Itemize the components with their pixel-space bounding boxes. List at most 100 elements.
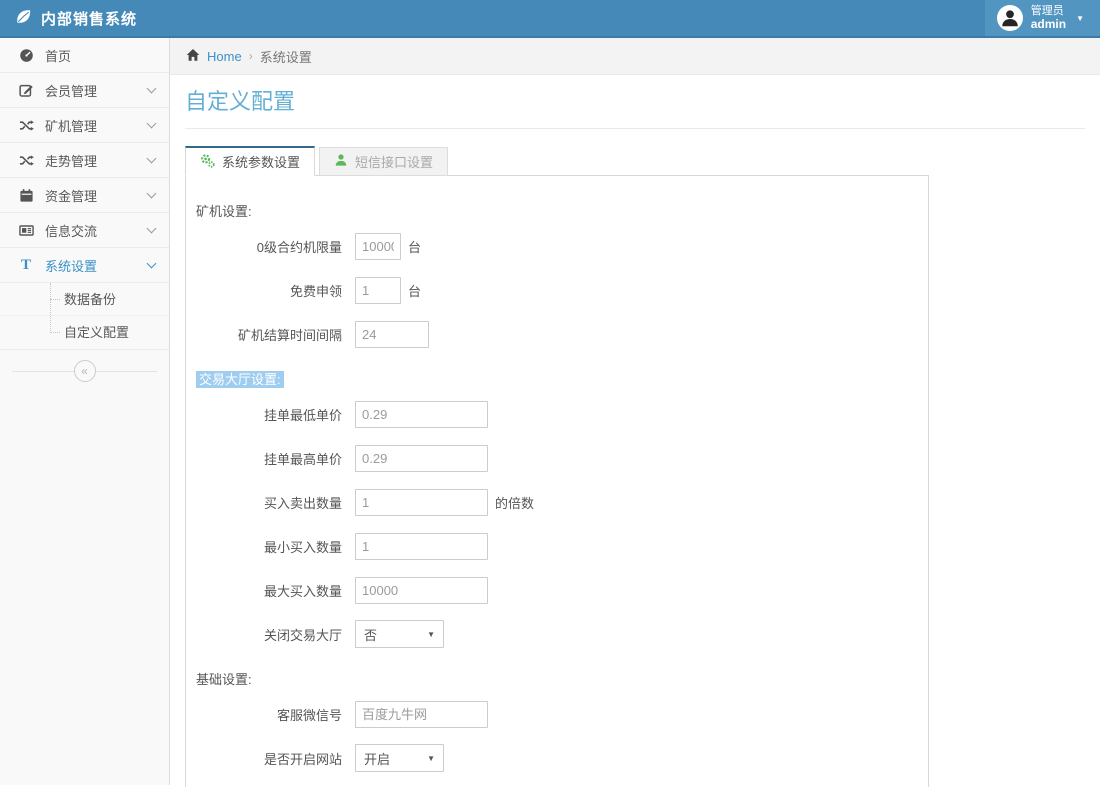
contract-miner-limit-input[interactable] — [355, 233, 401, 260]
chevron-down-icon: ▼ — [427, 630, 435, 639]
sidebar-collapse-button[interactable]: « — [74, 360, 96, 382]
sidebar-item-label: 矿机管理 — [45, 116, 148, 135]
breadcrumb-separator: › — [249, 49, 253, 63]
chevron-down-icon — [147, 118, 157, 128]
chevron-down-icon — [147, 223, 157, 233]
shuffle-icon — [16, 153, 36, 168]
min-buy-input[interactable] — [355, 533, 488, 560]
form-row: 挂单最高单价 — [194, 436, 928, 480]
divider — [96, 371, 158, 372]
field-label: 最大买入数量 — [194, 581, 342, 600]
field-label: 是否开启网站 — [194, 749, 342, 768]
chevron-down-icon — [147, 258, 157, 268]
chevron-down-icon: ▼ — [427, 754, 435, 763]
form-row: 网站关闭提示语 — [194, 780, 928, 787]
user-meta: 管理员 admin — [1031, 5, 1066, 31]
field-label: 免费申领 — [194, 281, 342, 300]
sidebar-item-messages[interactable]: 信息交流 — [0, 213, 169, 248]
top-header: 内部销售系统 管理员 admin ▼ — [0, 0, 1100, 38]
chevron-down-icon — [147, 83, 157, 93]
chevron-down-icon — [147, 188, 157, 198]
tab-system-params[interactable]: 系统参数设置 — [185, 146, 315, 176]
form-row: 买入卖出数量 的倍数 — [194, 480, 928, 524]
field-label: 买入卖出数量 — [194, 493, 342, 512]
selected-option: 开启 — [364, 749, 390, 768]
form-row: 是否开启网站 开启 ▼ — [194, 736, 928, 780]
divider — [185, 128, 1085, 129]
settle-interval-input[interactable] — [355, 321, 429, 348]
max-buy-input[interactable] — [355, 577, 488, 604]
breadcrumb: Home › 系统设置 — [170, 38, 1100, 75]
breadcrumb-home-link[interactable]: Home — [207, 49, 242, 64]
sidebar-item-label: 会员管理 — [45, 81, 148, 100]
home-icon — [186, 48, 200, 65]
chevron-down-icon — [147, 153, 157, 163]
edit-icon — [16, 83, 36, 98]
trade-multiple-input[interactable] — [355, 489, 488, 516]
form-row: 最大买入数量 — [194, 568, 928, 612]
newspaper-icon — [16, 223, 36, 238]
sidebar-item-system-settings[interactable]: T 系统设置 — [0, 248, 169, 283]
chevron-down-icon: ▼ — [1076, 14, 1084, 23]
page-head: 自定义配置 — [170, 75, 1100, 115]
submenu-item-data-backup[interactable]: 数据备份 — [0, 283, 169, 316]
shuffle-icon — [16, 118, 36, 133]
selected-option: 否 — [364, 625, 377, 644]
section-title-trade-hall: 交易大厅设置: — [194, 368, 928, 392]
section-title-miner: 矿机设置: — [194, 200, 928, 224]
main-content: Home › 系统设置 自定义配置 系统参数设置 短信接口设置 矿机设 — [170, 38, 1100, 785]
dashboard-icon — [16, 48, 36, 63]
section-title-basic: 基础设置: — [194, 668, 928, 692]
divider — [12, 371, 74, 372]
sidebar-collapse-row: « — [0, 350, 169, 392]
form-row: 0级合约机限量 台 — [194, 224, 928, 268]
field-label: 客服微信号 — [194, 705, 342, 724]
form-row: 免费申领 台 — [194, 268, 928, 312]
min-order-price-input[interactable] — [355, 401, 488, 428]
field-suffix: 台 — [408, 237, 421, 256]
sidebar-item-funds[interactable]: 资金管理 — [0, 178, 169, 213]
field-suffix: 的倍数 — [495, 493, 534, 512]
sidebar-item-miners[interactable]: 矿机管理 — [0, 108, 169, 143]
settings-panel: 矿机设置: 0级合约机限量 台 免费申领 台 矿机结算时间间隔 — [185, 175, 929, 787]
submenu-item-custom-config[interactable]: 自定义配置 — [0, 316, 169, 349]
highlighted-text: 交易大厅设置: — [196, 371, 284, 388]
tab-label: 系统参数设置 — [222, 152, 300, 171]
field-label: 矿机结算时间间隔 — [194, 325, 342, 344]
font-icon: T — [16, 258, 36, 272]
tab-sms-interface[interactable]: 短信接口设置 — [319, 147, 448, 176]
form-row: 客服微信号 — [194, 692, 928, 736]
gears-icon — [200, 153, 215, 171]
service-wechat-input[interactable] — [355, 701, 488, 728]
field-label: 关闭交易大厅 — [194, 625, 342, 644]
field-label: 最小买入数量 — [194, 537, 342, 556]
tab-bar: 系统参数设置 短信接口设置 — [185, 146, 1100, 176]
close-trade-hall-select[interactable]: 否 ▼ — [355, 620, 444, 648]
tab-label: 短信接口设置 — [355, 152, 433, 171]
leaf-logo-icon — [14, 7, 33, 29]
free-claim-input[interactable] — [355, 277, 401, 304]
app-brand: 内部销售系统 — [0, 7, 137, 29]
sidebar-item-members[interactable]: 会员管理 — [0, 73, 169, 108]
user-menu[interactable]: 管理员 admin ▼ — [985, 0, 1100, 36]
field-label: 挂单最高单价 — [194, 449, 342, 468]
sidebar-item-label: 系统设置 — [45, 256, 148, 275]
form-row: 挂单最低单价 — [194, 392, 928, 436]
breadcrumb-current: 系统设置 — [260, 47, 312, 66]
sidebar-item-label: 走势管理 — [45, 151, 148, 170]
site-enable-select[interactable]: 开启 ▼ — [355, 744, 444, 772]
sidebar-item-label: 首页 — [45, 46, 155, 65]
system-settings-submenu: 数据备份 自定义配置 — [0, 283, 169, 350]
max-order-price-input[interactable] — [355, 445, 488, 472]
sidebar-item-home[interactable]: 首页 — [0, 38, 169, 73]
app-title: 内部销售系统 — [41, 8, 137, 29]
form-row: 最小买入数量 — [194, 524, 928, 568]
page-title: 自定义配置 — [185, 89, 1085, 115]
field-suffix: 台 — [408, 281, 421, 300]
avatar — [997, 5, 1023, 31]
field-label: 0级合约机限量 — [194, 237, 342, 256]
sidebar-item-trends[interactable]: 走势管理 — [0, 143, 169, 178]
form-row: 关闭交易大厅 否 ▼ — [194, 612, 928, 656]
sidebar-item-label: 信息交流 — [45, 221, 148, 240]
user-name: admin — [1031, 18, 1066, 31]
